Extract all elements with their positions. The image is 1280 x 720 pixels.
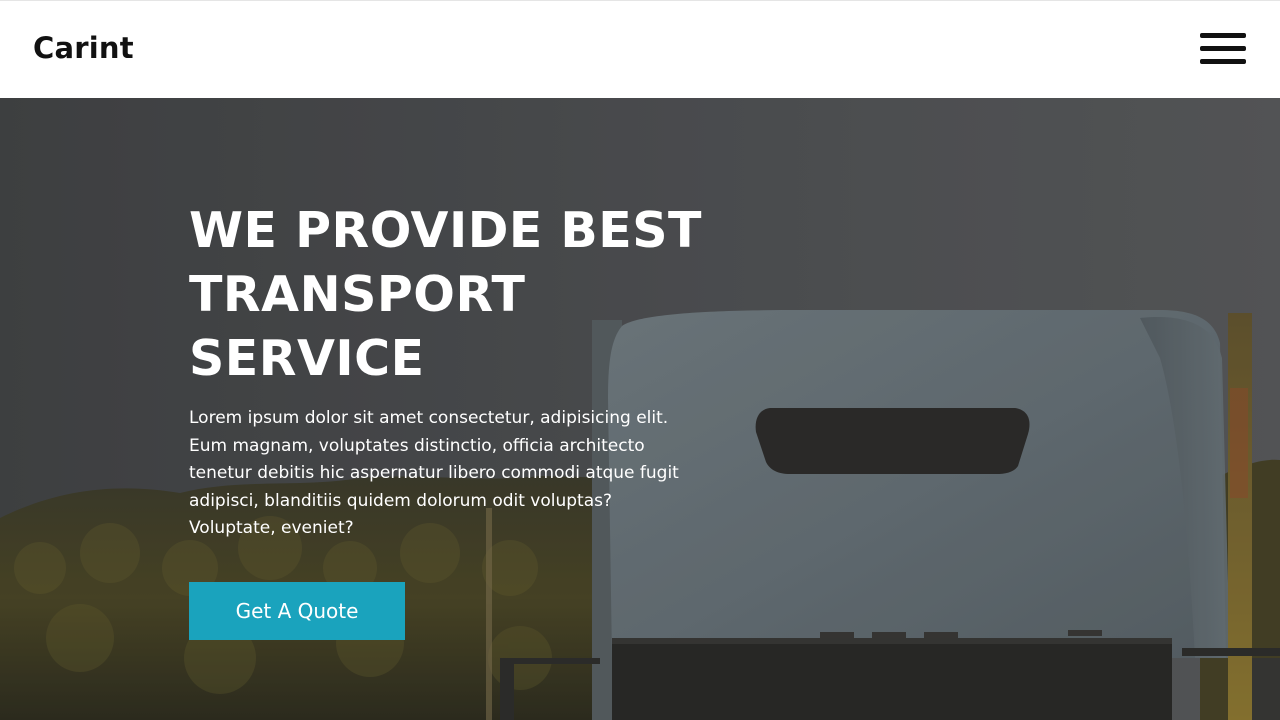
menu-bar xyxy=(1200,33,1246,38)
navbar: Carint xyxy=(0,0,1280,98)
hero-description: Lorem ipsum dolor sit amet consectetur, … xyxy=(189,408,679,538)
menu-bar xyxy=(1200,46,1246,51)
menu-bar xyxy=(1200,59,1246,64)
hero-title: WE PROVIDE BEST TRANSPORT SERVICE xyxy=(189,202,702,387)
hamburger-menu-icon[interactable] xyxy=(1198,31,1248,69)
brand-logo[interactable]: Carint xyxy=(33,31,134,65)
hero-section: WE PROVIDE BEST TRANSPORT SERVICE Lorem … xyxy=(0,98,1280,720)
get-a-quote-button[interactable]: Get A Quote xyxy=(189,582,405,640)
